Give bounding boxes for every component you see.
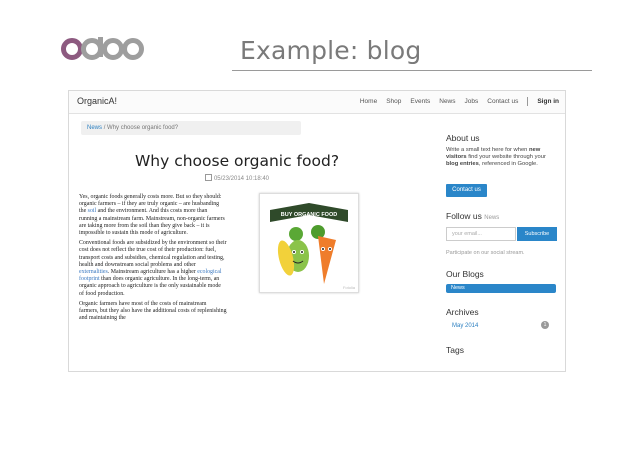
calendar-icon <box>204 174 212 181</box>
tags-heading: Tags <box>446 345 464 355</box>
main-nav: Home Shop Events News Jobs Contact us Si… <box>351 97 559 106</box>
social-stream-text: Participate on our social stream. <box>446 250 525 256</box>
post-illustration: BUY ORGANIC FOOD Fotolia <box>259 193 359 293</box>
post-date: 05/23/2014 10:18:40 <box>69 174 405 182</box>
site-brand[interactable]: OrganicA! <box>77 96 117 106</box>
nav-divider <box>527 97 529 106</box>
follow-us-heading: Follow us News <box>446 211 500 221</box>
archive-may-2014[interactable]: May 2014 <box>452 323 478 329</box>
nav-jobs[interactable]: Jobs <box>465 98 479 106</box>
breadcrumb-current: Why choose organic food? <box>107 125 179 131</box>
about-us-heading: About us <box>446 133 480 143</box>
newsletter-email-input[interactable]: your email... <box>446 227 516 241</box>
contact-us-button[interactable]: Contact us <box>446 184 487 197</box>
breadcrumb-news[interactable]: News <box>87 125 102 131</box>
nav-shop[interactable]: Shop <box>386 98 401 106</box>
externalities-link[interactable]: externalities <box>79 269 108 275</box>
archives-heading: Archives <box>446 307 479 317</box>
slide-title: Example: blog <box>240 36 422 65</box>
illustration-banner-text: BUY ORGANIC FOOD <box>281 212 337 218</box>
subscribe-button[interactable]: Subscribe <box>517 227 557 241</box>
post-paragraph: Organic farmers have most of the costs o… <box>79 300 227 322</box>
blog-item-news[interactable]: News <box>446 284 556 293</box>
post-title: Why choose organic food? <box>134 152 340 170</box>
post-date-text: 05/23/2014 10:18:40 <box>213 176 270 182</box>
about-us-text: Write a small text here for when new vis… <box>446 147 546 167</box>
post-paragraph: Conventional foods are subsidized by the… <box>79 240 227 297</box>
breadcrumb: News / Why choose organic food? <box>81 121 301 135</box>
follow-us-blog-name: News <box>484 215 500 221</box>
sign-in-link[interactable]: Sign in <box>537 98 559 106</box>
title-underline <box>232 70 592 71</box>
archive-count-badge: 1 <box>541 321 549 329</box>
image-watermark: Fotolia <box>342 285 355 290</box>
nav-events[interactable]: Events <box>410 98 430 106</box>
nav-news[interactable]: News <box>439 98 455 106</box>
breadcrumb-separator: / <box>103 125 106 131</box>
our-blogs-heading: Our Blogs <box>446 269 484 279</box>
organic-vegetables-image: BUY ORGANIC FOOD <box>270 203 348 284</box>
post-body: Yes, organic foods generally costs more.… <box>79 194 227 325</box>
odoo-logo <box>61 37 144 60</box>
soil-link[interactable]: soil <box>88 208 97 214</box>
post-paragraph: Yes, organic foods generally costs more.… <box>79 194 225 237</box>
nav-contact-us[interactable]: Contact us <box>487 98 518 106</box>
website-screenshot: OrganicA! Home Shop Events News Jobs Con… <box>68 90 566 372</box>
site-header: OrganicA! Home Shop Events News Jobs Con… <box>69 91 565 114</box>
nav-home[interactable]: Home <box>360 98 377 106</box>
